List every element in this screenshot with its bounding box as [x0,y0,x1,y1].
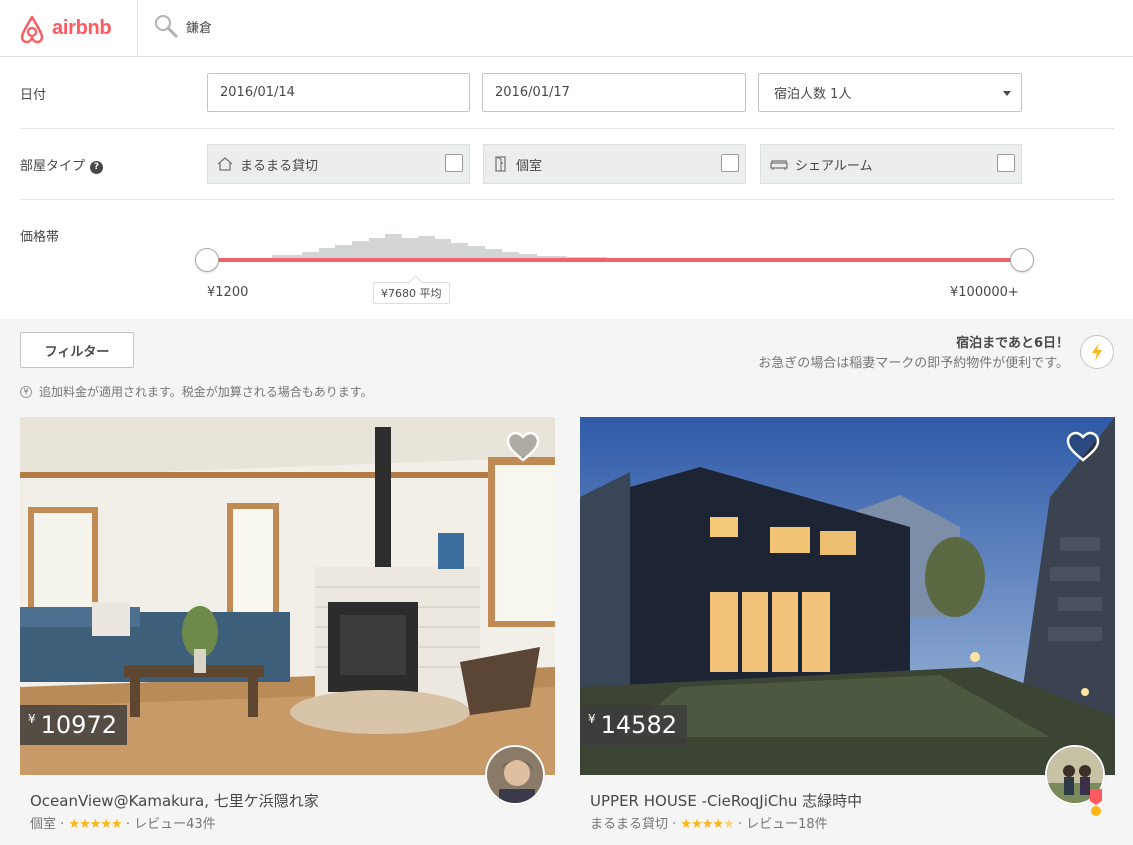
room-type-private-room[interactable]: 個室 [483,144,746,184]
airbnb-logo-icon [20,15,44,43]
room-type-entire-home[interactable]: まるまる貸切 [207,144,470,184]
guests-select[interactable]: 宿泊人数 1人 [758,73,1022,112]
listing-reviews[interactable]: レビュー43件 [134,817,216,832]
fee-note: ¥ 追加料金が適用されます。税金が加算される場合もあります。 [20,383,373,400]
heart-icon [506,431,540,462]
listing-reviews[interactable]: レビュー18件 [746,817,828,832]
star-rating: ★★★★★ [68,817,122,832]
search-icon [155,15,178,38]
top-header: airbnb 鎌倉 [0,0,1133,57]
room-type-option-label: シェアルーム [795,158,873,174]
listing-card[interactable]: ¥ 10972 OceanView@Kamakura, 七里ケ浜隠れ家 個室 ·… [20,417,555,837]
star-rating: ★★★★★ [680,817,734,832]
checkin-field[interactable]: 2016/01/14 [207,73,470,112]
divider [20,199,1114,200]
divider [20,128,1114,129]
listing-title[interactable]: OceanView@Kamakura, 七里ケ浜隠れ家 [30,790,555,811]
search-input[interactable]: 鎌倉 [186,17,212,36]
listing-info: UPPER HOUSE -CieRoqJiChu 志緑時中 まるまる貸切 · ★… [580,775,1115,837]
price-min-label: ¥1200 [207,285,249,300]
room-type-option-label: まるまる貸切 [240,158,319,174]
price-min-handle[interactable] [195,248,219,272]
listing-photo[interactable]: ¥ 14582 [580,417,1115,775]
couch-icon [770,160,788,170]
logo-text: airbnb [52,17,112,39]
listing-card[interactable]: ¥ 14582 UPPER HOUSE -CieRoqJiChu 志緑時中 まる… [580,417,1115,837]
instant-book-button[interactable] [1080,335,1114,369]
location-search[interactable]: 鎌倉 [152,12,212,40]
price-badge: ¥ 14582 [580,705,687,745]
fee-note-text: 追加料金が適用されます。税金が加算される場合もあります。 [39,385,373,399]
price-label: 価格帯 [20,230,60,245]
listing-photo[interactable]: ¥ 10972 [20,417,555,775]
shared-room-checkbox[interactable] [997,154,1015,172]
checkout-value: 2016/01/17 [495,85,570,100]
door-icon [495,156,506,172]
price-histogram [207,234,1022,260]
price-amount: 14582 [600,711,677,739]
heart-icon [1066,431,1100,462]
listing-room-type: 個室 [30,817,57,832]
date-label: 日付 [20,88,47,103]
yen-icon: ¥ [20,385,32,398]
room-type-shared-room[interactable]: シェアルーム [760,144,1022,184]
superhost-badge-icon [1090,789,1102,816]
price-currency: ¥ [28,712,36,726]
price-average-tag: ¥7680 平均 [373,282,450,304]
save-listing-button[interactable] [505,431,541,467]
price-max-handle[interactable] [1010,248,1034,272]
checkin-value: 2016/01/14 [220,85,295,100]
price-amount: 10972 [40,711,117,739]
home-icon [217,157,233,171]
host-avatar[interactable] [485,745,545,805]
filter-button[interactable]: フィルター [20,332,134,368]
room-type-option-label: 個室 [516,158,543,174]
instant-book-promo-title: 宿泊まであと6日！ [956,336,1069,351]
checkout-field[interactable]: 2016/01/17 [482,73,746,112]
price-max-label: ¥100000+ [950,285,1019,300]
room-type-label-row: 部屋タイプ? [20,155,104,174]
lightning-icon [1092,343,1102,361]
listing-room-type: まるまる貸切 [590,817,669,832]
listing-meta: まるまる貸切 · ★★★★★ · レビュー18件 [590,817,828,832]
chevron-down-icon [1003,91,1011,96]
listing-info: OceanView@Kamakura, 七里ケ浜隠れ家 個室 · ★★★★★ ·… [20,775,555,837]
room-type-label: 部屋タイプ [20,159,86,174]
instant-book-promo-subtitle: お急ぎの場合は稲妻マークの即予約物件が便利です。 [758,356,1069,371]
entire-home-checkbox[interactable] [445,154,463,172]
listing-title[interactable]: UPPER HOUSE -CieRoqJiChu 志緑時中 [590,790,1115,811]
private-room-checkbox[interactable] [721,154,739,172]
save-listing-button[interactable] [1065,431,1101,467]
help-icon[interactable]: ? [90,161,104,174]
price-currency: ¥ [588,712,596,726]
price-slider-track[interactable] [207,258,1022,262]
airbnb-logo[interactable]: airbnb [0,0,138,57]
listing-meta: 個室 · ★★★★★ · レビュー43件 [30,817,216,832]
price-badge: ¥ 10972 [20,705,127,745]
guests-value: 宿泊人数 1人 [774,87,852,102]
